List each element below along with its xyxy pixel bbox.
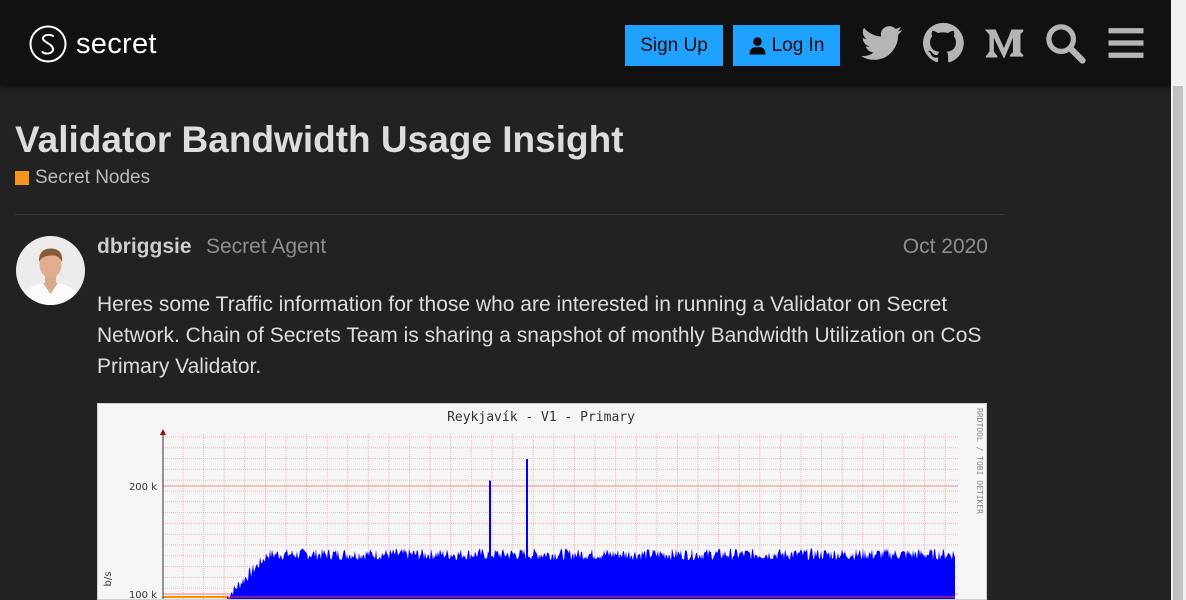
sign-up-button[interactable]: Sign Up [625, 25, 723, 66]
y-axis-label: b/s [103, 572, 114, 587]
twitter-icon[interactable] [861, 22, 903, 64]
post-user-title: Secret Agent [206, 235, 327, 258]
category-badge[interactable]: Secret Nodes [15, 167, 150, 189]
y-axis-arrow [160, 429, 166, 435]
y-tick-label: 100 k [129, 590, 157, 599]
chart-side-label: RRDTOOL / TOBI OETIKER [975, 408, 984, 514]
medium-icon[interactable] [983, 22, 1025, 64]
chart-title: Reykjavík - V1 - Primary [447, 410, 635, 425]
post-date[interactable]: Oct 2020 [880, 235, 988, 259]
post-username[interactable]: dbriggsie [97, 235, 192, 259]
github-icon[interactable] [922, 22, 964, 64]
bandwidth-chart[interactable]: Reykjavík - V1 - Primary RRDTOOL / TOBI … [97, 403, 987, 600]
user-icon [749, 36, 766, 54]
category-label: Secret Nodes [35, 167, 151, 188]
secret-logo-icon [29, 25, 67, 63]
user-avatar[interactable] [16, 236, 85, 305]
category-color-swatch [15, 171, 29, 185]
topic-divider [15, 214, 1004, 215]
post-body-text: Heres some Traffic information for those… [97, 293, 982, 378]
log-in-button[interactable]: Log In [733, 25, 840, 66]
search-icon[interactable] [1044, 22, 1086, 64]
site-logo[interactable]: secret [29, 24, 157, 64]
hamburger-menu-icon[interactable] [1105, 22, 1147, 64]
avatar-portrait [16, 236, 85, 305]
page-scrollbar[interactable] [1171, 0, 1186, 600]
bandwidth-chart-svg: Reykjavík - V1 - Primary RRDTOOL / TOBI … [103, 408, 984, 599]
site-header: secret Sign Up Log In [0, 0, 1171, 86]
bandwidth-area-series [227, 548, 955, 599]
topic-title[interactable]: Validator Bandwidth Usage Insight [15, 119, 624, 161]
site-logo-text: secret [76, 27, 157, 60]
log-in-label: Log In [771, 34, 825, 56]
y-tick-label: 200 k [129, 482, 157, 493]
scrollbar-thumb[interactable] [1173, 86, 1183, 600]
